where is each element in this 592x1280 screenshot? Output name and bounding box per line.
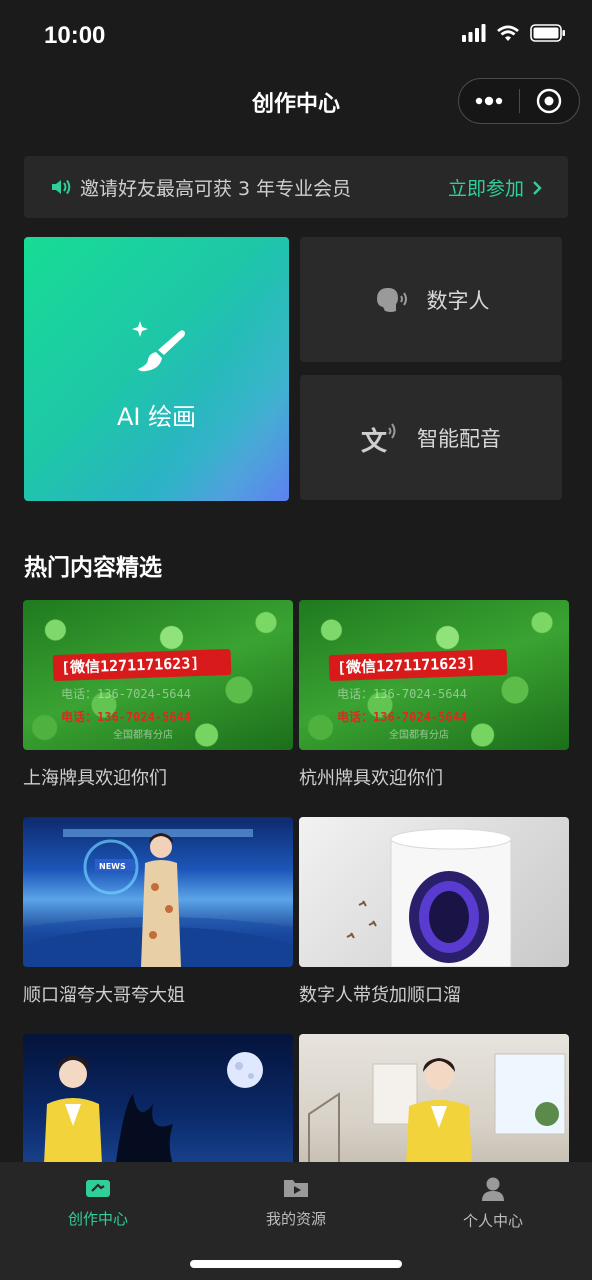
video-caption: 上海牌具欢迎你们 (23, 768, 167, 789)
home-indicator (190, 1260, 402, 1268)
thumbnail-branch-line: 全国都有分店 (113, 730, 173, 741)
digital-human-label: 数字人 (426, 288, 490, 313)
video-caption: 顺口溜夸大哥夸大姐 (23, 985, 185, 1006)
thumbnail-branch-line: 全国都有分店 (389, 730, 449, 741)
nav-bar: 创作中心 (0, 72, 592, 132)
chevron-right-icon (533, 180, 542, 195)
signal-icon (462, 24, 486, 42)
target-close-icon (537, 88, 562, 114)
section-title: 热门内容精选 (24, 555, 162, 581)
tab-label: 个人中心 (462, 1212, 523, 1230)
paintbrush-icon (132, 321, 185, 372)
news-studio-illustration: NEWS (23, 829, 293, 967)
close-mini-program-button[interactable] (519, 79, 579, 123)
battery-icon (530, 24, 565, 42)
video-card[interactable]: 数字人带货加顺口溜 (299, 817, 569, 1007)
video-caption: 数字人带货加顺口溜 (299, 985, 461, 1006)
video-card[interactable]: [微信1271171623] 电话：136-7024-5644 电话：136-7… (23, 600, 293, 790)
status-icons (462, 24, 566, 42)
video-thumbnail: NEWS (23, 817, 293, 967)
invite-text: 邀请好友最高可获 3 年专业会员 (80, 177, 352, 200)
svg-text:文: 文 (361, 426, 388, 456)
tab-personal-center[interactable]: 个人中心 (418, 1176, 568, 1231)
speaking-head-icon (376, 287, 407, 312)
join-now-link[interactable]: 立即参加 (448, 174, 542, 201)
person-icon (482, 1177, 504, 1201)
mosquito-trap-illustration (346, 828, 512, 967)
thumbnail-wechat-band: [微信1271171623] (328, 648, 508, 682)
thumbnail-phone-line: 电话：136-7024-5644 (61, 687, 191, 701)
video-thumbnail (299, 817, 569, 967)
tab-label: 我的资源 (265, 1210, 326, 1228)
smart-dubbing-label: 智能配音 (417, 426, 501, 451)
camera-icon (86, 1180, 110, 1197)
mini-program-capsule (458, 78, 580, 124)
invite-banner[interactable]: 邀请好友最高可获 3 年专业会员 立即参加 (24, 156, 568, 218)
status-bar: 10:00 (0, 0, 592, 72)
text-to-speech-icon: 文 (361, 422, 396, 456)
video-caption: 杭州牌具欢迎你们 (299, 768, 443, 789)
news-tag: NEWS (99, 862, 126, 871)
video-card[interactable]: [微信1271171623] 电话：136-7024-5644 电话：136-7… (299, 600, 569, 790)
digital-human-card[interactable]: 数字人 (300, 237, 562, 362)
more-dots-icon (475, 96, 502, 106)
more-button[interactable] (459, 79, 519, 123)
video-thumbnail: [微信1271171623] 电话：136-7024-5644 电话：136-7… (23, 600, 293, 750)
ai-painting-label: AI 绘画 (116, 403, 197, 431)
video-card[interactable]: NEWS 顺口溜夸大哥夸大姐 (23, 817, 293, 1007)
ai-painting-card[interactable]: AI 绘画 (24, 237, 289, 501)
speaker-icon (52, 179, 71, 195)
tab-my-resources[interactable]: 我的资源 (221, 1176, 371, 1229)
smart-dubbing-card[interactable]: 文 智能配音 (300, 375, 562, 500)
tab-label: 创作中心 (67, 1210, 128, 1228)
wifi-icon (497, 25, 519, 41)
thumbnail-phone-line: 电话：136-7024-5644 (61, 710, 191, 724)
thumbnail-wechat-band: [微信1271171623] (52, 648, 232, 682)
play-folder-icon (284, 1180, 308, 1197)
status-time: 10:00 (44, 22, 106, 49)
join-now-label: 立即参加 (447, 178, 524, 200)
thumbnail-phone-line: 电话：136-7024-5644 (337, 687, 467, 701)
tab-create-center[interactable]: 创作中心 (23, 1176, 173, 1229)
video-thumbnail: [微信1271171623] 电话：136-7024-5644 电话：136-7… (299, 600, 569, 750)
thumbnail-phone-line: 电话：136-7024-5644 (337, 710, 467, 724)
